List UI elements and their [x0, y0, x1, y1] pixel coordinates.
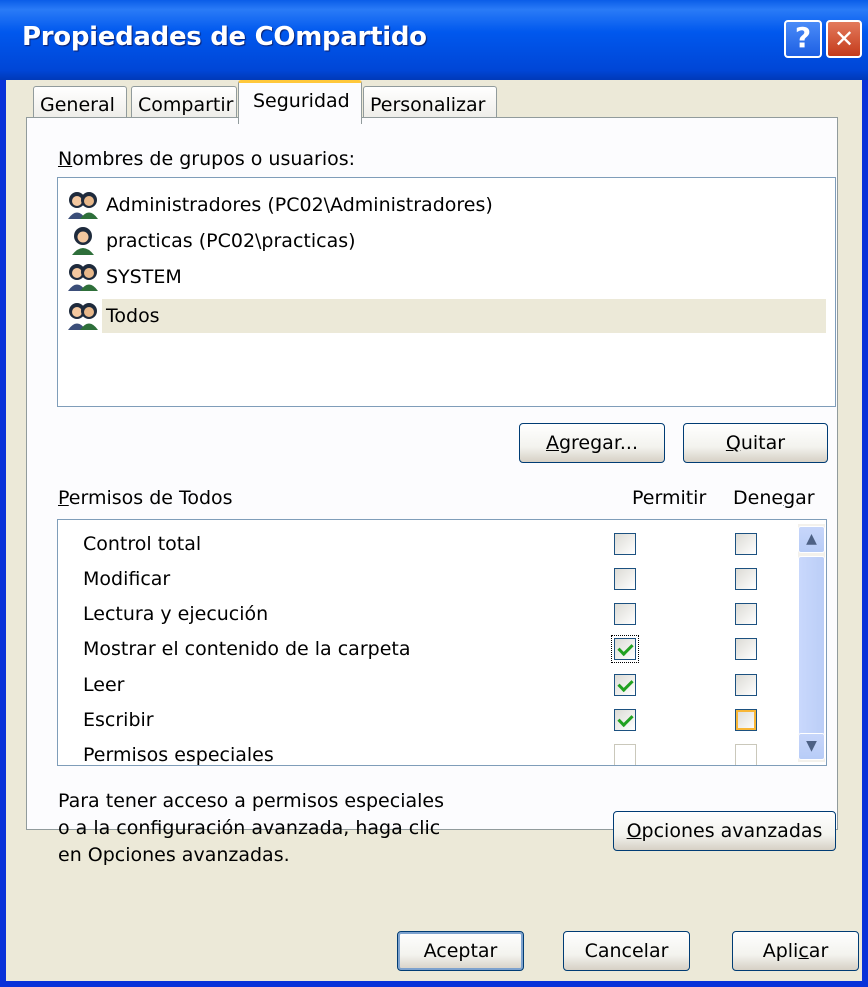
permissions-label: Permisos de Todos — [58, 487, 233, 509]
group-icon — [68, 264, 98, 291]
cancel-button[interactable]: Cancelar — [563, 931, 690, 971]
close-icon: ✕ — [833, 25, 855, 53]
tab-seguridad[interactable]: Seguridad — [238, 80, 362, 124]
list-item-label: Todos — [102, 299, 826, 333]
add-button[interactable]: Agregar... — [519, 423, 665, 463]
deny-column-header: Denegar — [733, 487, 815, 509]
close-button[interactable]: ✕ — [826, 20, 862, 58]
allow-lectura-checkbox[interactable] — [614, 603, 636, 625]
permission-row-label: Modificar — [83, 568, 171, 590]
advanced-options-button[interactable]: Opciones avanzadas — [613, 811, 836, 851]
deny-escribir-checkbox[interactable] — [735, 709, 757, 731]
allow-permisos-especiales-checkbox[interactable] — [614, 744, 636, 765]
group-icon — [68, 192, 98, 219]
deny-control-total-checkbox[interactable] — [735, 533, 757, 555]
allow-leer-checkbox[interactable] — [614, 674, 636, 696]
window-title: Propiedades de COmpartido — [22, 22, 427, 52]
allow-control-total-checkbox[interactable] — [614, 533, 636, 555]
remove-button[interactable]: Quitar — [683, 423, 828, 463]
permission-row-label: Escribir — [83, 709, 154, 731]
scroll-thumb[interactable] — [798, 556, 825, 736]
permissions-list[interactable]: Control total Modificar Lectura y ejecuc… — [57, 519, 827, 766]
deny-leer-checkbox[interactable] — [735, 674, 757, 696]
deny-mostrar-checkbox[interactable] — [735, 638, 757, 660]
help-button[interactable]: ? — [784, 20, 822, 58]
list-item-label: practicas (PC02\practicas) — [106, 230, 356, 252]
chevron-up-icon: ▲ — [806, 531, 817, 547]
permission-row-label: Permisos especiales — [83, 744, 274, 766]
permission-row-label: Control total — [83, 533, 202, 555]
permission-row-label: Leer — [83, 674, 125, 696]
groups-label: Nombres de grupos o usuarios: — [58, 148, 356, 170]
group-icon — [68, 303, 98, 330]
allow-modificar-checkbox[interactable] — [614, 568, 636, 590]
list-item-todos[interactable]: Todos — [66, 298, 826, 334]
deny-modificar-checkbox[interactable] — [735, 568, 757, 590]
ok-button[interactable]: Aceptar — [397, 931, 524, 971]
list-item-label: Administradores (PC02\Administradores) — [106, 194, 493, 216]
advanced-info-line-2: o a la configuración avanzada, haga clic — [58, 817, 441, 839]
permissions-scrollbar[interactable]: ▲ ▼ — [798, 524, 825, 762]
list-item-practicas[interactable]: practicas (PC02\practicas) — [66, 223, 360, 259]
advanced-info-line-3: en Opciones avanzadas. — [58, 844, 290, 866]
groups-list[interactable]: Administradores (PC02\Administradores) p… — [57, 177, 836, 407]
list-item-label: SYSTEM — [106, 266, 182, 288]
title-bar[interactable]: Propiedades de COmpartido ? ✕ — [0, 0, 868, 80]
chevron-down-icon: ▼ — [806, 738, 817, 754]
list-item-system[interactable]: SYSTEM — [66, 259, 186, 295]
list-item-administradores[interactable]: Administradores (PC02\Administradores) — [66, 187, 497, 223]
scroll-down-button[interactable]: ▼ — [798, 733, 825, 760]
deny-permisos-especiales-checkbox[interactable] — [735, 744, 757, 765]
scroll-up-button[interactable]: ▲ — [798, 526, 825, 553]
user-icon — [72, 227, 94, 255]
allow-escribir-checkbox[interactable] — [614, 709, 636, 731]
deny-lectura-checkbox[interactable] — [735, 603, 757, 625]
allow-mostrar-checkbox[interactable] — [611, 635, 639, 663]
allow-column-header: Permitir — [632, 487, 707, 509]
apply-button[interactable]: Aplicar — [732, 931, 859, 971]
permission-row-label: Lectura y ejecución — [83, 603, 269, 625]
permission-row-label: Mostrar el contenido de la carpeta — [83, 638, 411, 660]
advanced-info-line-1: Para tener acceso a permisos especiales — [58, 790, 444, 812]
